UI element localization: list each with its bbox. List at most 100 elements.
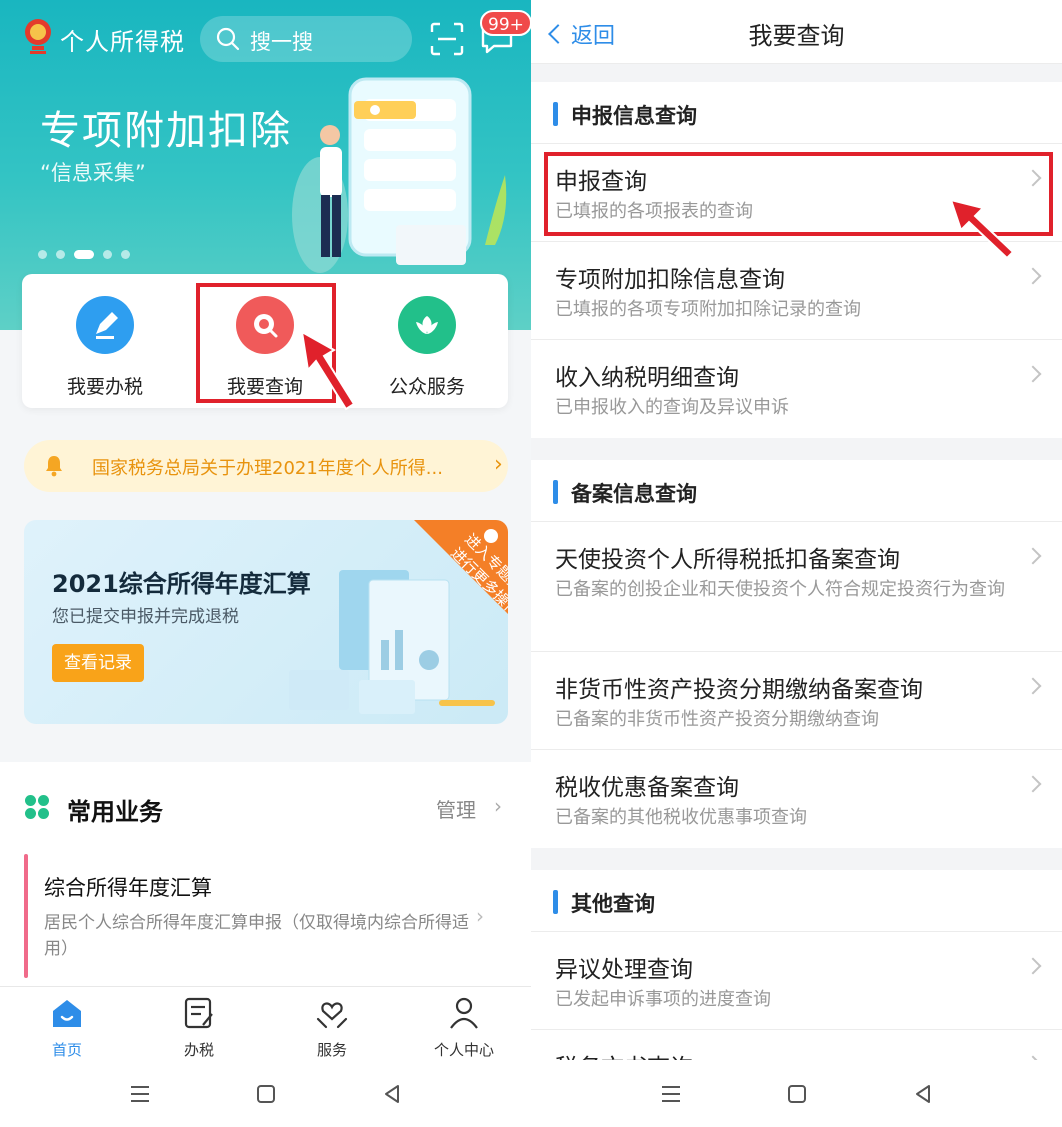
group-header: 申报信息查询 [531, 82, 1062, 144]
business-item[interactable]: 综合所得年度汇算 居民个人综合所得年度汇算申报（仅取得境内综合所得适用） › [24, 854, 508, 980]
manage-link[interactable]: 管理 [436, 794, 476, 823]
home-screen: 个人所得税 搜一搜 99+ 专项附加扣除 “信息采集” 我要办税 我要查询 公众… [0, 0, 531, 1127]
quick-action-label: 我要办税 [66, 376, 143, 398]
list-item-desc: 已填报的各项专项附加扣除记录的查询 [555, 299, 861, 320]
banner-subtitle: “信息采集” [40, 161, 146, 185]
list-item[interactable]: 税务文书查询 [531, 1030, 1062, 1060]
list-item-desc: 已备案的非货币性资产投资分期缴纳查询 [555, 709, 879, 730]
list-item-title: 税务文书查询 [555, 1048, 693, 1060]
search-placeholder: 搜一搜 [250, 30, 313, 54]
view-records-button[interactable]: 查看记录 [52, 644, 144, 682]
section-title: 常用业务 [67, 798, 163, 826]
notice-text: 国家税务总局关于办理2021年度个人所得... [92, 458, 443, 479]
back-triangle-icon[interactable] [911, 1082, 935, 1106]
list-item[interactable]: 天使投资个人所得税抵扣备案查询 已备案的创投企业和天使投资个人符合规定投资行为查… [531, 522, 1062, 652]
pointer-arrow-icon [300, 330, 356, 411]
list-item[interactable]: 非货币性资产投资分期缴纳备案查询 已备案的非货币性资产投资分期缴纳查询 [531, 652, 1062, 750]
chevron-right-icon [1024, 677, 1042, 695]
chevron-left-icon [548, 24, 568, 44]
annual-settlement-card[interactable]: 2021综合所得年度汇算 您已提交申报并完成退税 查看记录 进入专题页 进行更多… [24, 520, 508, 724]
tab-label: 办税 [183, 1041, 214, 1059]
list-item-title: 专项附加扣除信息查询 [555, 267, 785, 293]
notice-bar[interactable]: 国家税务总局关于办理2021年度个人所得... › [24, 440, 508, 492]
top-bar: 个人所得税 搜一搜 99+ [0, 0, 531, 80]
chevron-right-icon: › [494, 794, 502, 818]
screenshot-root: 个人所得税 搜一搜 99+ 专项附加扣除 “信息采集” 我要办税 我要查询 公众… [0, 0, 1062, 1127]
carousel-dot [56, 250, 65, 259]
group-header: 备案信息查询 [531, 460, 1062, 522]
list-item-desc: 已备案的其他税收优惠事项查询 [555, 807, 807, 828]
group-accent-bar [553, 102, 558, 126]
chevron-right-icon [1024, 957, 1042, 975]
system-nav-bar [0, 1060, 531, 1127]
pen-icon [76, 296, 134, 354]
chevron-right-icon: › [494, 452, 503, 477]
nav-header: 我要查询 返回 [531, 0, 1062, 64]
group-accent-bar [553, 890, 558, 914]
system-nav-bar [531, 1060, 1062, 1127]
form-icon [184, 997, 213, 1029]
list-item-desc: 已申报收入的查询及异议申诉 [555, 397, 789, 418]
common-business-section: 常用业务 管理 › 综合所得年度汇算 居民个人综合所得年度汇算申报（仅取得境内综… [0, 762, 531, 986]
user-icon [450, 997, 478, 1029]
tab-home[interactable]: 首页 [27, 995, 107, 1060]
home-icon [53, 1000, 81, 1027]
carousel-dot-active [74, 250, 94, 259]
list-item-title: 非货币性资产投资分期缴纳备案查询 [555, 677, 923, 703]
search-icon [216, 27, 240, 51]
business-item-desc: 居民个人综合所得年度汇算申报（仅取得境内综合所得适用） [44, 913, 469, 959]
quick-action-tax[interactable]: 我要办税 [40, 294, 170, 398]
carousel-dots [38, 244, 139, 259]
flower-icon [398, 296, 456, 354]
group-title: 申报信息查询 [571, 104, 697, 128]
list-item-title: 异议处理查询 [555, 957, 693, 983]
tab-label: 个人中心 [433, 1041, 494, 1059]
carousel-dot [38, 250, 47, 259]
search-bar[interactable]: 搜一搜 [200, 16, 412, 62]
back-label: 返回 [571, 24, 616, 49]
group-title: 备案信息查询 [571, 482, 697, 506]
list-item-title: 收入纳税明细查询 [555, 365, 739, 391]
list-item-title: 税收优惠备案查询 [555, 775, 739, 801]
group-other-query: 其他查询 异议处理查询 已发起申诉事项的进度查询 税务文书查询 [531, 870, 1062, 1060]
carousel-dot [121, 250, 130, 259]
menu-icon[interactable] [659, 1082, 683, 1106]
group-accent-bar [553, 480, 558, 504]
quick-action-public-service[interactable]: 公众服务 [362, 294, 492, 398]
grid-icon [25, 795, 49, 819]
annual-card-title: 2021综合所得年度汇算 [52, 570, 311, 598]
annual-card-subtitle: 您已提交申报并完成退税 [52, 607, 239, 627]
message-badge: 99+ [480, 10, 531, 36]
group-title: 其他查询 [571, 892, 655, 916]
tab-profile[interactable]: 个人中心 [424, 995, 504, 1060]
bottom-tab-bar: 首页 办税 服务 个人中心 [0, 986, 531, 1060]
list-item[interactable]: 异议处理查询 已发起申诉事项的进度查询 [531, 932, 1062, 1030]
tax-emblem-icon [25, 19, 51, 54]
scan-icon[interactable] [430, 22, 464, 56]
group-header: 其他查询 [531, 870, 1062, 932]
pointer-arrow-icon [949, 198, 1015, 260]
chevron-right-icon [1024, 267, 1042, 285]
tab-tax[interactable]: 办税 [159, 995, 239, 1060]
list-item[interactable]: 收入纳税明细查询 已申报收入的查询及异议申诉 [531, 340, 1062, 438]
quick-action-label: 公众服务 [388, 376, 465, 398]
back-button[interactable]: 返回 [548, 18, 616, 50]
chevron-right-icon [1024, 775, 1042, 793]
query-screen: 我要查询 返回 申报信息查询 申报查询 已填报的各项报表的查询 专项附加扣除信息… [531, 0, 1062, 1127]
list-item-title: 天使投资个人所得税抵扣备案查询 [555, 547, 900, 573]
list-item[interactable]: 税收优惠备案查询 已备案的其他税收优惠事项查询 [531, 750, 1062, 848]
topic-ribbon[interactable]: 进入专题页 进行更多操作 [394, 520, 508, 650]
group-filing-query: 备案信息查询 天使投资个人所得税抵扣备案查询 已备案的创投企业和天使投资个人符合… [531, 460, 1062, 848]
menu-icon[interactable] [128, 1082, 152, 1106]
banner-title: 专项附加扣除 [40, 108, 292, 154]
home-square-icon[interactable] [254, 1082, 278, 1106]
list-item-desc: 已备案的创投企业和天使投资个人符合规定投资行为查询 [555, 579, 1005, 600]
back-triangle-icon[interactable] [380, 1082, 404, 1106]
chevron-right-icon: › [476, 904, 484, 928]
home-square-icon[interactable] [785, 1082, 809, 1106]
tab-service[interactable]: 服务 [292, 995, 372, 1060]
carousel-dot [103, 250, 112, 259]
tab-label: 首页 [51, 1041, 82, 1059]
chevron-right-icon [1024, 365, 1042, 383]
list-item-desc: 已发起申诉事项的进度查询 [555, 989, 771, 1010]
